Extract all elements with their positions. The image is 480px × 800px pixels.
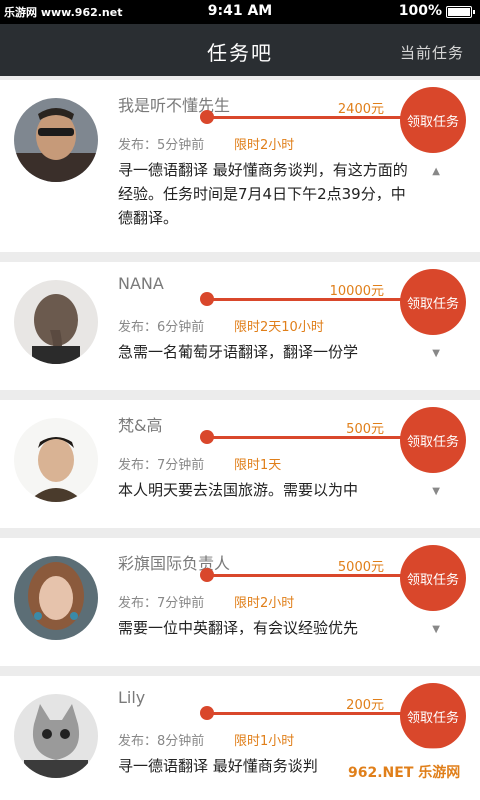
avatar[interactable] <box>14 556 98 640</box>
nav-bar: 任务吧 当前任务 <box>0 24 480 76</box>
avatar[interactable] <box>14 694 98 778</box>
task-price: 200元 <box>346 698 384 713</box>
avatar[interactable] <box>14 418 98 502</box>
task-description: 本人明天要去法国旅游。需要以为中 <box>118 481 359 499</box>
task-card[interactable]: 我是听不懂先生 2400元 领取任务 发布：5分钟前 限时2小时 寻一德语翻译 … <box>0 80 480 252</box>
time-limit: 限时2天10小时 <box>234 320 324 335</box>
expand-arrow-icon[interactable]: ▼ <box>432 624 440 635</box>
task-list: 我是听不懂先生 2400元 领取任务 发布：5分钟前 限时2小时 寻一德语翻译 … <box>0 76 480 800</box>
current-tasks-link[interactable]: 当前任务 <box>400 42 464 63</box>
price-track-dot <box>200 110 214 124</box>
posted-time: 发布：8分钟前 <box>118 734 205 749</box>
battery-icon <box>446 6 475 18</box>
task-price: 2400元 <box>337 102 384 117</box>
claim-task-button[interactable]: 领取任务 <box>400 407 466 473</box>
battery-percent: 100% <box>398 3 442 19</box>
task-card[interactable]: NANA 10000元 领取任务 发布：6分钟前 限时2天10小时 急需一名葡萄… <box>0 262 480 390</box>
claim-task-button[interactable]: 领取任务 <box>400 269 466 335</box>
task-description: 急需一名葡萄牙语翻译，翻译一份学 <box>118 343 359 361</box>
task-card[interactable]: 梵&高 500元 领取任务 发布：7分钟前 限时1天 本人明天要去法国旅游。需要… <box>0 400 480 528</box>
time-limit: 限时1天 <box>234 458 282 473</box>
posted-time: 发布：6分钟前 <box>118 320 205 335</box>
price-track-dot <box>200 292 214 306</box>
avatar[interactable] <box>14 280 98 364</box>
collapse-arrow-icon[interactable]: ▲ <box>432 166 440 177</box>
price-track-dot <box>200 430 214 444</box>
posted-time: 发布：7分钟前 <box>118 458 205 473</box>
task-price: 10000元 <box>329 284 384 299</box>
avatar[interactable] <box>14 98 98 182</box>
time-limit: 限时2小时 <box>234 596 295 611</box>
task-card[interactable]: 彩旗国际负责人 5000元 领取任务 发布：7分钟前 限时2小时 需要一位中英翻… <box>0 538 480 666</box>
claim-task-button[interactable]: 领取任务 <box>400 545 466 611</box>
site-watermark: 962.NET 乐游网 <box>340 748 470 796</box>
task-description: 需要一位中英翻译，有会议经验优先 <box>118 619 359 637</box>
task-username: 梵&高 <box>118 416 163 435</box>
posted-time: 发布：5分钟前 <box>118 138 205 153</box>
task-price: 5000元 <box>337 560 384 575</box>
site-watermark-text: 962.NET 乐游网 <box>348 765 461 781</box>
price-track-dot <box>200 706 214 720</box>
task-description: 寻一德语翻译 最好懂商务谈判，有这方面的经验。任务时间是7月4日下午2点39分，… <box>118 161 408 227</box>
task-username: 我是听不懂先生 <box>118 96 231 115</box>
price-track-dot <box>200 568 214 582</box>
time-limit: 限时1小时 <box>234 734 295 749</box>
time-limit: 限时2小时 <box>234 138 295 153</box>
task-price: 500元 <box>346 422 384 437</box>
posted-time: 发布：7分钟前 <box>118 596 205 611</box>
task-username: 彩旗国际负责人 <box>118 554 231 573</box>
status-bar: 乐游网 www.962.net 9:41 AM 100% <box>0 0 480 24</box>
task-username: Lily <box>118 688 146 707</box>
claim-task-button[interactable]: 领取任务 <box>400 683 466 749</box>
claim-task-button[interactable]: 领取任务 <box>400 87 466 153</box>
expand-arrow-icon[interactable]: ▼ <box>432 486 440 497</box>
expand-arrow-icon[interactable]: ▼ <box>432 348 440 359</box>
task-username: NANA <box>118 274 164 293</box>
